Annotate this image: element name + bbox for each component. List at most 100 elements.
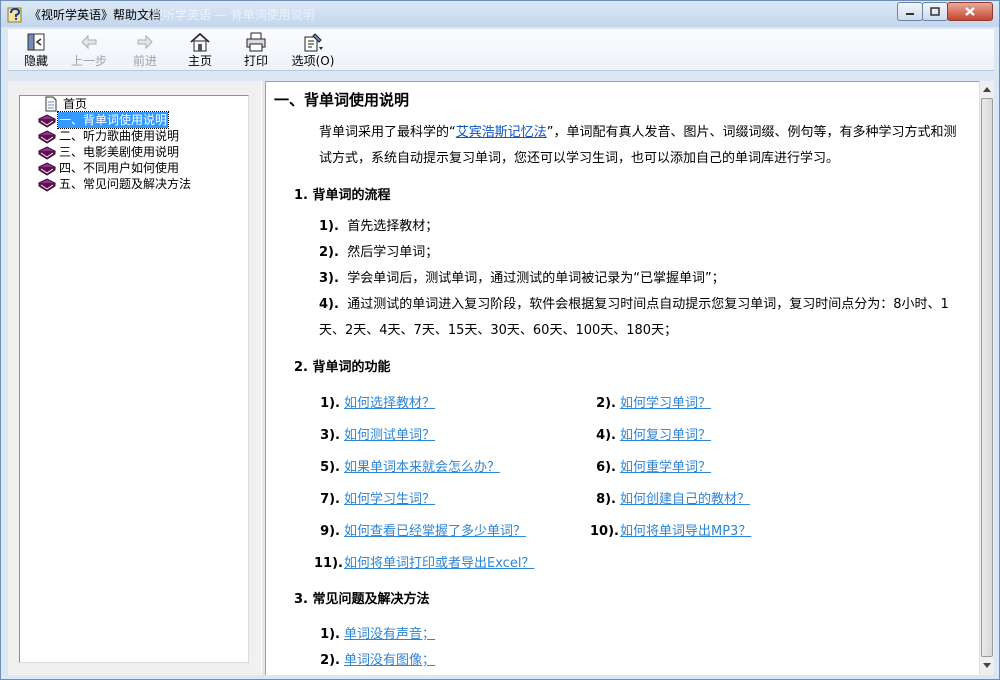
help-app-icon xyxy=(7,7,22,23)
book-icon xyxy=(38,130,56,144)
intro-paragraph: 背单词采用了最科学的“艾宾浩斯记忆法”，单词配有真人发音、图片、词缀词缀、例句等… xyxy=(319,120,969,172)
topic-pane: 一、背单词使用说明 背单词采用了最科学的“艾宾浩斯记忆法”，单词配有真人发音、图… xyxy=(266,81,979,675)
problem-link[interactable]: 单词没有声音； xyxy=(344,627,435,642)
problem-number: 2). xyxy=(320,653,340,668)
options-label: 选项(O) xyxy=(291,54,335,68)
tree-item-label: 三、电影美剧使用说明 xyxy=(59,145,180,159)
feature-number: 4). xyxy=(596,428,616,443)
feature-item: 3). 如何测试单词？ xyxy=(314,424,435,443)
back-label: 上一步 xyxy=(70,54,107,68)
feature-item: 7). 如何学习生词？ xyxy=(314,488,435,507)
feature-link[interactable]: 如果单词本来就会怎么办？ xyxy=(344,460,500,475)
home-button[interactable]: 主页 xyxy=(176,31,224,69)
back-arrow-icon xyxy=(81,34,97,50)
options-icon xyxy=(304,33,323,52)
forward-arrow-icon xyxy=(137,34,153,50)
tree-item-label: 四、不同用户如何使用 xyxy=(59,161,180,175)
window-title: 《视听学英语》帮助文档 xyxy=(29,8,162,22)
book-icon xyxy=(38,146,56,160)
problem-item: 2). 单词没有图像； xyxy=(314,649,435,668)
feature-link[interactable]: 如何学习生词？ xyxy=(344,492,435,507)
feature-link[interactable]: 如何创建自己的教材？ xyxy=(620,492,750,507)
step-text: 然后学习单词； xyxy=(347,245,439,260)
maximize-icon xyxy=(930,7,940,16)
window-title-ghost: 视听学英语 — 背单词使用说明 xyxy=(151,8,315,22)
feature-item: 9). 如何查看已经掌握了多少单词？ xyxy=(314,520,526,539)
scroll-down-button[interactable] xyxy=(980,657,994,674)
help-window: 《视听学英语》帮助文档 视听学英语 — 背单词使用说明 隐藏 上一步 前进 主页… xyxy=(0,0,1000,680)
feature-number: 11). xyxy=(314,556,343,571)
printer-icon xyxy=(246,32,266,52)
home-label: 主页 xyxy=(187,54,212,68)
feature-item: 2). 如何学习单词？ xyxy=(590,392,711,411)
feature-link[interactable]: 如何复习单词？ xyxy=(620,428,711,443)
step-text: 通过测试的单词进入复习阶段，软件会根据复习时间点自动提示您复习单词，复习时间点分… xyxy=(319,297,949,338)
feature-link[interactable]: 如何测试单词？ xyxy=(344,428,435,443)
forward-label: 前进 xyxy=(132,54,157,68)
feature-link[interactable]: 如何重学单词？ xyxy=(620,460,711,475)
book-icon xyxy=(38,162,56,176)
navigation-pane: 首页 一、背单词使用说明 二、听力歌曲使用说明 三、电影美剧使用说明 四、不同用… xyxy=(8,81,261,675)
tree-item-label: 五、常见问题及解决方法 xyxy=(59,177,192,191)
feature-number: 8). xyxy=(596,492,616,507)
options-button[interactable]: 选项(O) xyxy=(288,31,338,69)
tree-item-label: 一、背单词使用说明 xyxy=(56,111,170,129)
feature-item: 8). 如何创建自己的教材？ xyxy=(590,488,750,507)
feature-number: 10). xyxy=(590,524,619,539)
feature-link[interactable]: 如何将单词打印或者导出Excel？ xyxy=(344,556,534,571)
process-step: 4). 通过测试的单词进入复习阶段，软件会根据复习时间点自动提示您复习单词，复习… xyxy=(319,292,969,344)
feature-link[interactable]: 如何学习单词？ xyxy=(620,396,711,411)
step-text: 首先选择教材； xyxy=(347,219,439,234)
feature-number: 2). xyxy=(596,396,616,411)
feature-number: 7). xyxy=(320,492,340,507)
section-title-features: 2. 背单词的功能 xyxy=(294,360,391,375)
tree-item-label: 二、听力歌曲使用说明 xyxy=(59,129,180,143)
tree-item-label: 首页 xyxy=(63,97,88,111)
feature-number: 6). xyxy=(596,460,616,475)
feature-link[interactable]: 如何选择教材？ xyxy=(344,396,435,411)
feature-link[interactable]: 如何将单词导出MP3？ xyxy=(620,524,751,539)
ebbinghaus-link[interactable]: 艾宾浩斯记忆法 xyxy=(456,125,547,140)
feature-item: 1). 如何选择教材？ xyxy=(314,392,435,411)
feature-item: 4). 如何复习单词？ xyxy=(590,424,711,443)
forward-button[interactable]: 前进 xyxy=(121,31,169,69)
home-icon xyxy=(190,32,210,52)
maximize-button[interactable] xyxy=(922,2,948,21)
vertical-scrollbar[interactable] xyxy=(979,81,994,675)
process-step: 3). 学会单词后，测试单词，通过测试的单词被记录为“已掌握单词”； xyxy=(319,266,969,292)
feature-item: 10).如何将单词导出MP3？ xyxy=(590,520,751,539)
scroll-thumb[interactable] xyxy=(981,98,993,657)
hide-button[interactable]: 隐藏 xyxy=(12,31,60,69)
feature-item: 6). 如何重学单词？ xyxy=(590,456,711,475)
feature-number: 5). xyxy=(320,460,340,475)
back-button[interactable]: 上一步 xyxy=(65,31,113,69)
process-step: 2). 然后学习单词； xyxy=(319,240,969,266)
problem-item: 1). 单词没有声音； xyxy=(314,623,435,642)
page-icon xyxy=(45,96,57,112)
minimize-icon xyxy=(906,12,914,15)
process-step: 1). 首先选择教材； xyxy=(319,214,969,240)
toolbar: 隐藏 上一步 前进 主页 打印 选项(O) xyxy=(8,29,994,71)
section-title-problems: 3. 常见问题及解决方法 xyxy=(294,592,430,607)
feature-item: 11).如何将单词打印或者导出Excel？ xyxy=(314,552,534,571)
step-number: 4). xyxy=(319,297,339,312)
feature-link[interactable]: 如何查看已经掌握了多少单词？ xyxy=(344,524,526,539)
print-button[interactable]: 打印 xyxy=(232,31,280,69)
step-text: 学会单词后，测试单词，通过测试的单词被记录为“已掌握单词”； xyxy=(347,271,725,286)
hide-pane-icon xyxy=(27,33,45,51)
scroll-up-button[interactable] xyxy=(980,81,994,98)
minimize-button[interactable] xyxy=(897,2,923,21)
feature-item: 5). 如果单词本来就会怎么办？ xyxy=(314,456,500,475)
feature-number: 3). xyxy=(320,428,340,443)
hide-label: 隐藏 xyxy=(23,54,48,68)
close-button[interactable] xyxy=(947,2,993,21)
scroll-up-arrow-icon xyxy=(983,87,991,92)
problem-link[interactable]: 单词没有图像； xyxy=(344,653,435,668)
contents-tree[interactable]: 首页 一、背单词使用说明 二、听力歌曲使用说明 三、电影美剧使用说明 四、不同用… xyxy=(19,95,249,663)
feature-number: 9). xyxy=(320,524,340,539)
step-number: 2). xyxy=(319,245,339,260)
title-bar[interactable]: 《视听学英语》帮助文档 视听学英语 — 背单词使用说明 xyxy=(1,1,999,27)
feature-number: 1). xyxy=(320,396,340,411)
step-number: 3). xyxy=(319,271,339,286)
scroll-down-arrow-icon xyxy=(983,663,991,668)
